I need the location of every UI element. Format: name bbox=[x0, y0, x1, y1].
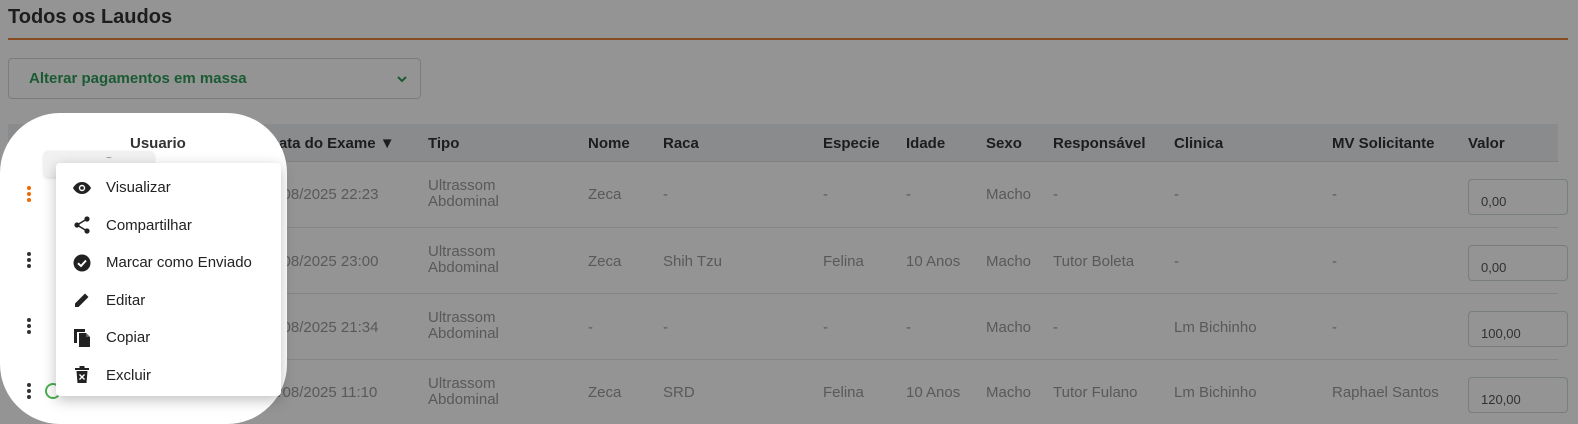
menu-item-label: Marcar como Enviado bbox=[106, 254, 252, 272]
menu-item-visualizar[interactable]: Visualizar bbox=[56, 169, 281, 207]
menu-item-label: Copiar bbox=[106, 329, 151, 347]
copy-icon bbox=[72, 328, 92, 348]
menu-item-marcar-enviado[interactable]: Marcar como Enviado bbox=[56, 244, 281, 282]
page: Todos os Laudos Alterar pagamentos em ma… bbox=[0, 0, 1578, 424]
pencil-icon bbox=[72, 290, 92, 310]
menu-item-label: Editar bbox=[106, 291, 146, 309]
row-context-menu: Visualizar Compartilhar Marcar como Envi… bbox=[56, 163, 281, 396]
menu-item-excluir[interactable]: Excluir bbox=[56, 357, 281, 395]
menu-item-copiar[interactable]: Copiar bbox=[56, 319, 281, 357]
menu-item-editar[interactable]: Editar bbox=[56, 282, 281, 320]
menu-item-compartilhar[interactable]: Compartilhar bbox=[56, 207, 281, 245]
menu-item-label: Excluir bbox=[106, 366, 152, 384]
row-actions-kebab-icon[interactable] bbox=[22, 250, 36, 270]
row-actions-kebab-icon[interactable] bbox=[22, 381, 36, 401]
row-actions-kebab-icon[interactable] bbox=[22, 316, 36, 336]
row-actions-kebab-icon[interactable] bbox=[22, 184, 36, 204]
share-icon bbox=[72, 215, 92, 235]
eye-icon bbox=[72, 178, 92, 198]
menu-item-label: Visualizar bbox=[106, 179, 171, 197]
menu-item-label: Compartilhar bbox=[106, 216, 192, 234]
header-usuario: Usuario bbox=[130, 135, 186, 152]
check-circle-icon bbox=[72, 253, 92, 273]
trash-icon bbox=[72, 365, 92, 385]
